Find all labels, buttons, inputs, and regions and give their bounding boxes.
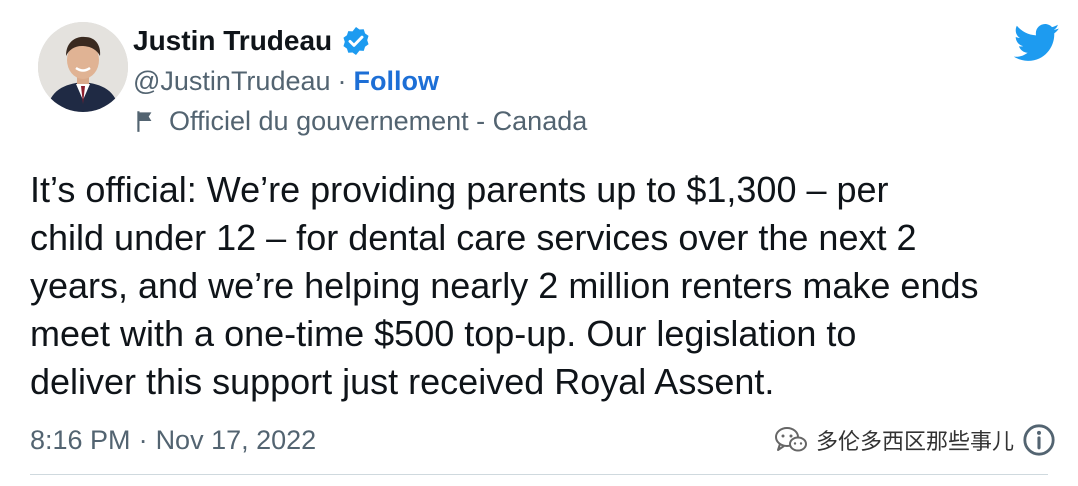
tweet-text: It’s official: We’re providing parents u… — [30, 169, 979, 402]
account-label-row: Officiel du gouvernement - Canada — [133, 102, 587, 140]
account-label: Officiel du gouvernement - Canada — [169, 105, 588, 136]
tweet-time: 8:16 PM — [30, 424, 131, 455]
bottom-divider — [30, 474, 1048, 475]
timestamp-separator: · — [138, 424, 148, 455]
avatar[interactable] — [38, 22, 128, 112]
avatar-image — [38, 22, 128, 112]
author-name-row: Justin Trudeau — [133, 20, 372, 62]
handle-separator: · — [337, 65, 347, 96]
flag-icon — [133, 108, 159, 134]
info-icon[interactable] — [1022, 423, 1056, 457]
twitter-bird-icon[interactable] — [1014, 22, 1060, 64]
author-handle[interactable]: @JustinTrudeau — [133, 66, 331, 97]
author-handle-row: @JustinTrudeau · Follow — [133, 62, 439, 100]
verified-badge-icon — [340, 25, 372, 57]
wechat-icon — [774, 425, 808, 455]
watermark: 多伦多西区那些事儿 — [774, 420, 1056, 460]
tweet-timestamp[interactable]: 8:16 PM · Nov 17, 2022 — [30, 420, 316, 460]
follow-button[interactable]: Follow — [354, 66, 439, 97]
tweet-card: Justin Trudeau @JustinTrudeau · Follow O… — [0, 0, 1078, 486]
watermark-text: 多伦多西区那些事儿 — [815, 430, 1014, 455]
tweet-date: Nov 17, 2022 — [155, 424, 317, 455]
author-display-name[interactable]: Justin Trudeau — [133, 25, 332, 57]
